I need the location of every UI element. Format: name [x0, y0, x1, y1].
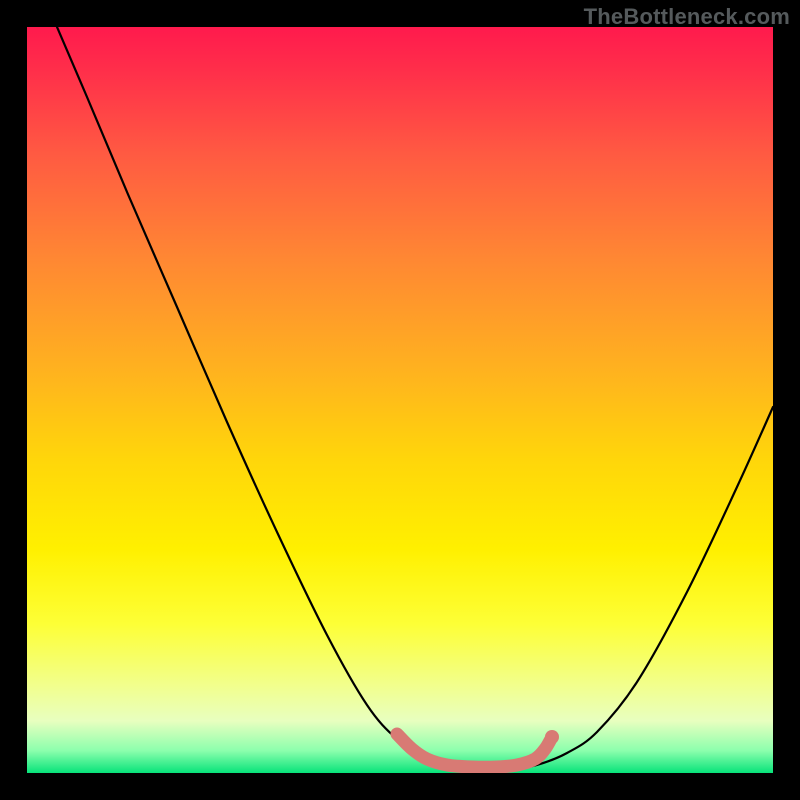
- watermark-text: TheBottleneck.com: [584, 4, 790, 30]
- chart-svg: [27, 27, 773, 773]
- valley-end-dot: [545, 730, 559, 744]
- valley-marker: [397, 734, 552, 767]
- plot-frame: [27, 27, 773, 773]
- bottleneck-curve: [57, 27, 773, 769]
